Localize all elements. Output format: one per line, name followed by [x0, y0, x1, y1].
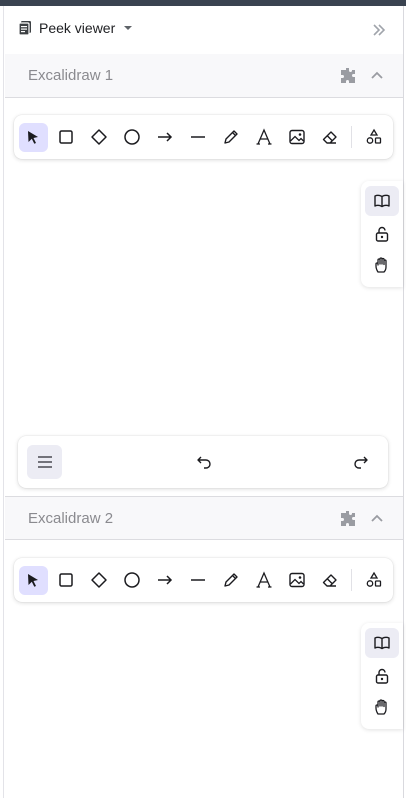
hand-icon	[375, 699, 387, 715]
square-icon	[59, 573, 74, 587]
toolbar-divider	[351, 126, 352, 148]
peek-viewer-title: Peek viewer	[39, 20, 116, 36]
ellipse-tool[interactable]	[118, 123, 147, 152]
pencil-icon	[224, 573, 238, 587]
lock-button[interactable]	[365, 661, 399, 691]
image-icon	[289, 129, 305, 145]
line-tool[interactable]	[184, 566, 213, 595]
diamond-icon	[91, 572, 108, 588]
chevron-up-icon[interactable]	[368, 510, 386, 528]
lock-button[interactable]	[365, 219, 399, 249]
section-header-excalidraw-2[interactable]: Excalidraw 2	[5, 496, 403, 540]
chevron-up-icon[interactable]	[368, 67, 386, 85]
diamond-icon	[91, 129, 108, 145]
excalidraw-canvas-1[interactable]	[5, 99, 403, 496]
rectangle-tool[interactable]	[52, 566, 81, 595]
library-button[interactable]	[365, 628, 399, 658]
draw-tool[interactable]	[217, 123, 246, 152]
more-shapes-tool[interactable]	[360, 566, 389, 595]
text-tool[interactable]	[250, 566, 279, 595]
text-icon	[256, 128, 272, 145]
hand-button[interactable]	[365, 692, 399, 722]
hand-button[interactable]	[365, 250, 399, 280]
unlock-icon	[375, 226, 389, 242]
shape-toolbar	[14, 558, 393, 602]
arrow-tool[interactable]	[151, 566, 180, 595]
plugin-icon	[338, 66, 358, 86]
image-icon	[289, 572, 305, 588]
document-icon	[18, 20, 33, 36]
arrow-tool[interactable]	[151, 123, 180, 152]
book-icon	[374, 194, 390, 208]
bottom-toolbar	[18, 436, 388, 488]
hamburger-icon	[37, 456, 52, 468]
rectangle-tool[interactable]	[52, 123, 81, 152]
more-shapes-tool[interactable]	[360, 123, 389, 152]
toolbar-divider	[351, 569, 352, 591]
redo-button[interactable]	[350, 451, 372, 473]
draw-tool[interactable]	[217, 566, 246, 595]
image-tool[interactable]	[283, 566, 312, 595]
collapse-panel-button[interactable]	[369, 20, 389, 40]
side-toolbar	[361, 181, 403, 287]
line-icon	[191, 579, 206, 581]
shapes-icon	[366, 571, 382, 587]
shapes-icon	[366, 128, 382, 144]
eraser-tool[interactable]	[316, 123, 345, 152]
book-icon	[374, 636, 390, 650]
redo-icon	[354, 456, 368, 469]
cursor-icon	[28, 574, 39, 587]
peek-viewer-panel: Peek viewer Excalidraw 1 Excalidraw 2	[5, 6, 403, 798]
section-title: Excalidraw 2	[28, 510, 114, 527]
circle-icon	[124, 129, 141, 145]
hand-icon	[375, 257, 387, 273]
line-tool[interactable]	[184, 123, 213, 152]
left-edge	[0, 6, 4, 798]
unlock-icon	[375, 668, 389, 684]
caret-down-icon	[121, 21, 135, 35]
circle-icon	[124, 572, 141, 588]
arrow-right-icon	[158, 132, 173, 142]
diamond-tool[interactable]	[85, 123, 114, 152]
text-tool[interactable]	[250, 123, 279, 152]
excalidraw-canvas-2[interactable]	[5, 541, 403, 798]
library-button[interactable]	[365, 186, 399, 216]
side-toolbar	[361, 623, 403, 729]
section-header-excalidraw-1[interactable]: Excalidraw 1	[5, 54, 403, 98]
pencil-icon	[224, 130, 238, 144]
shape-toolbar	[14, 115, 393, 159]
image-tool[interactable]	[283, 123, 312, 152]
eraser-icon	[323, 574, 337, 587]
line-icon	[191, 136, 206, 138]
peek-viewer-dropdown[interactable]: Peek viewer	[18, 20, 135, 36]
eraser-tool[interactable]	[316, 566, 345, 595]
peek-header: Peek viewer	[5, 6, 403, 54]
double-chevron-right-icon	[373, 24, 386, 36]
diamond-tool[interactable]	[85, 566, 114, 595]
eraser-icon	[323, 131, 337, 144]
ellipse-tool[interactable]	[118, 566, 147, 595]
text-icon	[256, 571, 272, 588]
selection-tool[interactable]	[19, 122, 48, 152]
selection-tool[interactable]	[19, 565, 48, 595]
undo-button[interactable]	[193, 451, 215, 473]
main-menu-button[interactable]	[27, 445, 62, 479]
section-title: Excalidraw 1	[28, 67, 114, 84]
arrow-right-icon	[158, 575, 173, 585]
cursor-icon	[28, 131, 39, 144]
square-icon	[59, 130, 74, 144]
undo-icon	[197, 456, 211, 469]
plugin-icon	[338, 509, 358, 529]
